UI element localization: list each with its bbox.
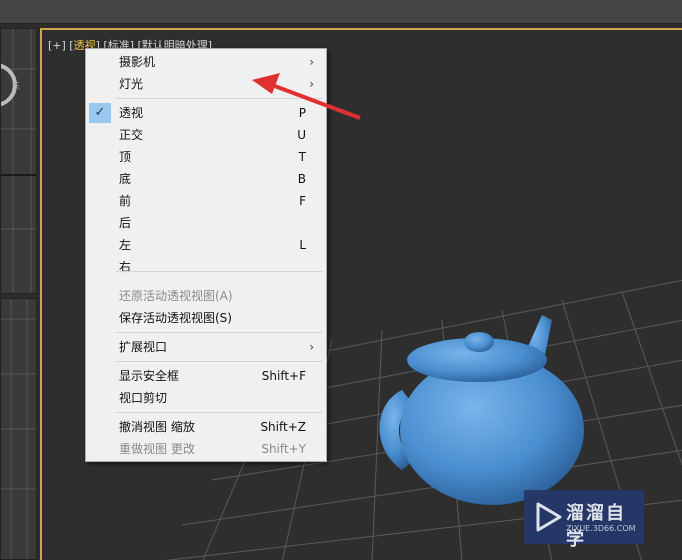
menu-item[interactable]: 正交 U [86,124,326,146]
menu-separator [116,271,323,272]
compass-label: 东 [11,82,21,92]
menu-item-label: 显示安全框 [119,369,180,383]
menu-item[interactable]: 后 [86,212,326,234]
menu-item[interactable]: 视口剪切 [86,387,326,409]
menu-item-label: 后 [119,216,132,230]
menu-item-shortcut: L [299,238,306,252]
top-left-viewport[interactable]: 东 [0,28,37,294]
top-toolbar [0,0,682,24]
menu-item[interactable]: 撤消视图 缩放 Shift+Z [86,416,326,438]
menu-separator [116,361,323,362]
menu-item-shortcut: F [299,194,306,208]
menu-item[interactable]: 重做视图 更改 Shift+Y [86,438,326,460]
watermark-logo: 溜溜自学 ZIXUE.3D66.COM [524,490,644,550]
menu-item[interactable]: 左L [86,234,326,256]
grid [1,29,36,293]
checkmark-icon: ✓ [89,103,111,123]
menu-item-shortcut: Shift+F [261,369,306,383]
annotation-arrow-icon [252,73,361,120]
menu-item-label: 摄影机 [119,55,156,69]
menu-item[interactable]: 还原活动透视视图(A) [86,285,326,307]
watermark-url: ZIXUE.3D66.COM [566,524,636,533]
menu-item-label: 保存活动透视视图(S) [119,311,232,325]
menu-item[interactable]: 保存活动透视视图(S) [86,307,326,329]
teapot [379,315,584,505]
menu-item-shortcut: Shift+Z [260,420,306,434]
viewport-menu-plus[interactable]: [+] [48,39,66,52]
menu-item-label: 左 [119,238,132,252]
menu-item[interactable]: 显示安全框 Shift+F [86,365,326,387]
menu-item-label: 撤消视图 缩放 [119,420,195,434]
menu-item-label: 还原活动透视视图(A) [119,289,233,303]
menu-item[interactable]: 右 [86,256,326,278]
menu-item-label: 扩展视口 [119,340,168,354]
menu-item-label: 重做视图 更改 [119,442,195,456]
play-logo-icon [536,502,562,532]
menu-item[interactable]: 底B [86,168,326,190]
menu-separator [116,412,323,413]
menu-item-shortcut: U [297,128,306,142]
menu-item-label: 正交 [119,128,144,142]
menu-separator [116,332,323,333]
menu-item-shortcut: B [297,172,306,186]
menu-item-label: 透视 [119,106,144,120]
menu-item-label: 顶 [119,150,132,164]
menu-item[interactable]: 扩展视口 › [86,336,326,358]
menu-item[interactable]: 顶T [86,146,326,168]
menu-item-label: 灯光 [119,77,144,91]
menu-item[interactable]: 前F [86,190,326,212]
menu-item-shortcut: Shift+Y [261,442,306,456]
menu-item-label: 视口剪切 [119,391,168,405]
menu-item-label: 底 [119,172,132,186]
grid [1,299,36,559]
menu-item-label: 前 [119,194,132,208]
menu-item-label: 右 [119,260,132,274]
bottom-left-viewport[interactable] [0,298,37,560]
menu-item-shortcut: T [298,150,306,164]
chevron-right-icon: › [309,340,314,354]
